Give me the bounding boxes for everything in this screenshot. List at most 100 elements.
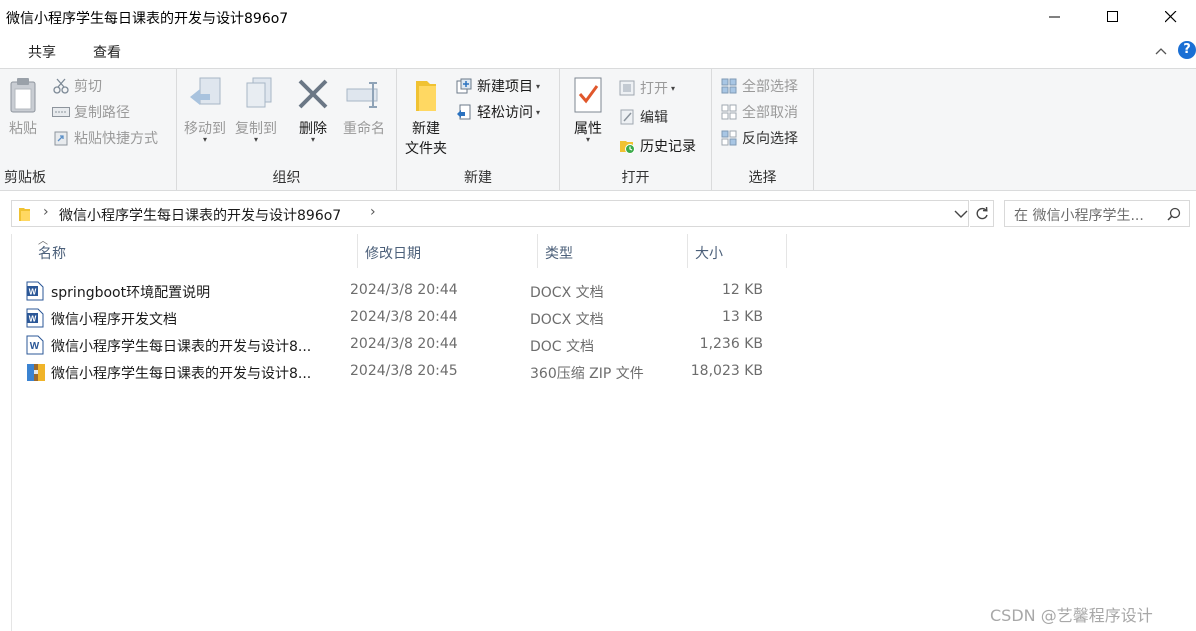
ribbon-collapse-button[interactable] [1155, 43, 1167, 59]
svg-text:W: W [30, 341, 40, 352]
svg-text:W: W [29, 315, 37, 324]
edit-label: 编辑 [640, 110, 668, 126]
column-name-label: 名称 [38, 246, 66, 262]
copy-path-button[interactable]: 复制路径 [52, 101, 130, 123]
breadcrumb-separator-icon[interactable]: › [43, 204, 49, 220]
file-row[interactable]: W springboot环境配置说明 2024/3/8 20:44 DOCX 文… [12, 277, 792, 304]
maximize-button[interactable] [1084, 0, 1142, 34]
easy-access-icon [455, 103, 473, 121]
move-to-button[interactable]: 移动到 ▾ [181, 77, 229, 144]
refresh-button[interactable] [970, 200, 994, 227]
file-type: DOCX 文档 [530, 312, 604, 328]
new-folder-button[interactable]: 新建 文件夹 [401, 77, 451, 159]
file-row[interactable]: W 微信小程序开发文档 2024/3/8 20:44 DOCX 文档 13 KB [12, 304, 792, 331]
column-type-label: 类型 [545, 246, 573, 262]
breadcrumb-current-folder[interactable]: 微信小程序学生每日课表的开发与设计896o7 [59, 205, 341, 225]
select-all-label: 全部选择 [742, 79, 798, 95]
navigation-pane[interactable] [0, 234, 12, 631]
rename-icon [346, 82, 378, 108]
column-header-type[interactable]: 类型 [537, 234, 687, 268]
svg-text:W: W [29, 288, 37, 297]
easy-access-label: 轻松访问 [477, 105, 533, 121]
edit-icon [618, 108, 636, 126]
help-button[interactable]: ? [1178, 41, 1196, 59]
group-label-open: 打开 [621, 170, 650, 186]
address-row: › 微信小程序学生每日课表的开发与设计896o7 › 在 微信小程序学生... [0, 192, 1196, 234]
group-label-new: 新建 [464, 170, 492, 186]
breadcrumb-chevron-icon[interactable]: › [370, 204, 376, 220]
paste-shortcut-label: 粘贴快捷方式 [74, 131, 158, 147]
select-all-icon [720, 77, 738, 95]
open-icon [618, 79, 636, 97]
file-name: 微信小程序开发文档 [51, 312, 177, 328]
search-placeholder: 在 微信小程序学生... [1014, 208, 1144, 224]
cut-label: 剪切 [74, 79, 102, 95]
minimize-icon [1049, 16, 1060, 18]
open-label: 打开 [640, 81, 668, 97]
address-history-dropdown[interactable] [954, 207, 968, 223]
chevron-up-icon [1155, 48, 1167, 55]
paste-button[interactable]: 粘贴 [4, 77, 42, 139]
minimize-button[interactable] [1026, 0, 1084, 34]
ribbon: 粘贴 剪切 复制路径 粘贴快捷方式 剪贴板 移动到 ▾ 复制到 ▾ 删除 ▾ 重… [0, 68, 1196, 191]
window-title: 微信小程序学生每日课表的开发与设计896o7 [6, 11, 289, 27]
properties-checkmark-icon [574, 77, 602, 113]
ribbon-tabs: 共享 查看 ? [0, 34, 1196, 68]
clipboard-icon [10, 78, 36, 113]
edit-button[interactable]: 编辑 [618, 106, 668, 128]
copy-to-icon [246, 77, 272, 108]
search-input[interactable]: 在 微信小程序学生... [1004, 200, 1190, 227]
group-open: 属性 ▾ 打开 ▾ 编辑 历史记录 打开 [560, 69, 712, 191]
file-date: 2024/3/8 20:44 [350, 282, 458, 298]
new-item-label: 新建项目 [477, 79, 533, 95]
copy-to-button[interactable]: 复制到 ▾ [231, 77, 281, 144]
file-size: 18,023 KB [690, 363, 763, 379]
search-icon [1167, 207, 1181, 225]
rename-button[interactable]: 重命名 [339, 77, 389, 139]
history-button[interactable]: 历史记录 [618, 135, 696, 157]
cut-button[interactable]: 剪切 [52, 75, 102, 97]
paste-shortcut-button[interactable]: 粘贴快捷方式 [52, 127, 158, 149]
address-bar[interactable]: › 微信小程序学生每日课表的开发与设计896o7 › [11, 200, 969, 227]
move-to-icon [190, 77, 221, 105]
new-item-icon [455, 77, 473, 95]
scissors-icon [52, 77, 70, 95]
tab-view[interactable]: 查看 [93, 42, 121, 62]
file-date: 2024/3/8 20:44 [350, 309, 458, 325]
file-name: 微信小程序学生每日课表的开发与设计8... [51, 339, 312, 355]
refresh-icon [976, 206, 988, 219]
group-organize: 移动到 ▾ 复制到 ▾ 删除 ▾ 重命名 组织 [177, 69, 397, 191]
close-button[interactable] [1142, 0, 1196, 34]
history-icon [618, 137, 636, 155]
properties-button[interactable]: 属性 ▾ [566, 77, 610, 144]
file-row[interactable]: 微信小程序学生每日课表的开发与设计8... 2024/3/8 20:45 360… [12, 358, 792, 385]
select-all-button[interactable]: 全部选择 [720, 75, 798, 97]
column-header-date[interactable]: 修改日期 [357, 234, 537, 268]
select-none-button[interactable]: 全部取消 [720, 101, 798, 123]
column-date-label: 修改日期 [365, 246, 421, 262]
file-row[interactable]: W 微信小程序学生每日课表的开发与设计8... 2024/3/8 20:44 D… [12, 331, 792, 358]
group-select: 全部选择 全部取消 反向选择 选择 [712, 69, 814, 191]
open-button[interactable]: 打开 ▾ [618, 77, 675, 99]
title-bar: 微信小程序学生每日课表的开发与设计896o7 [0, 0, 1196, 34]
file-size: 1,236 KB [699, 336, 763, 352]
delete-x-icon [298, 79, 328, 109]
new-folder-label-1: 新建 [412, 121, 440, 137]
easy-access-button[interactable]: 轻松访问 ▾ [455, 101, 540, 123]
word-doc-old-icon: W [26, 335, 44, 355]
column-header-size[interactable]: 大小 [687, 234, 787, 268]
tab-share[interactable]: 共享 [28, 42, 56, 62]
invert-selection-icon [720, 129, 738, 147]
file-type: DOCX 文档 [530, 285, 604, 301]
column-header-name[interactable]: ︿ 名称 [12, 234, 357, 268]
invert-selection-button[interactable]: 反向选择 [720, 127, 798, 149]
watermark: CSDN @艺馨程序设计 [990, 606, 1153, 625]
group-label-select: 选择 [748, 170, 777, 186]
select-none-icon [720, 103, 738, 121]
close-icon [1165, 11, 1177, 23]
new-item-button[interactable]: 新建项目 ▾ [455, 75, 540, 97]
group-new: 新建 文件夹 新建项目 ▾ 轻松访问 ▾ 新建 [397, 69, 560, 191]
delete-button[interactable]: 删除 ▾ [291, 77, 335, 144]
group-label-organize: 组织 [272, 170, 301, 186]
paste-label: 粘贴 [9, 121, 37, 137]
